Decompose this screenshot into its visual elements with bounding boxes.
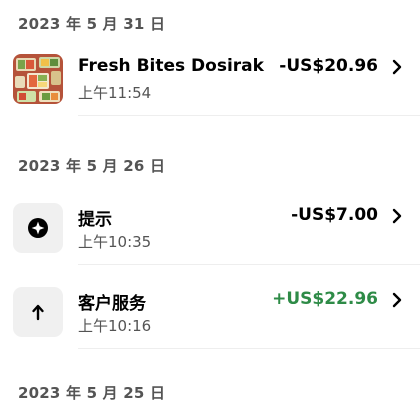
section-date-header: 2023 年 5 月 26 日: [18, 157, 166, 175]
sparkle-icon: [28, 218, 48, 238]
divider: [78, 115, 420, 116]
section-date-header: 2023 年 5 月 25 日: [18, 384, 166, 402]
chevron-right-icon: [392, 292, 402, 308]
restaurant-thumbnail: [13, 54, 63, 104]
transaction-row[interactable]: 客户服务 上午10:16 +US$22.96: [0, 275, 420, 349]
divider: [78, 264, 420, 265]
tip-icon-container: [13, 203, 63, 253]
transaction-amount: -US$20.96: [279, 56, 378, 76]
arrow-up-icon: [32, 304, 44, 321]
transaction-row[interactable]: 提示 上午10:35 -US$7.00: [0, 191, 420, 265]
transaction-title: 提示: [78, 210, 112, 230]
transaction-amount: +US$22.96: [272, 289, 378, 309]
transaction-title: Fresh Bites Dosirak: [78, 56, 264, 76]
transaction-row[interactable]: Fresh Bites Dosirak 上午11:54 -US$20.96: [0, 42, 420, 116]
transaction-time: 上午10:35: [78, 233, 152, 251]
transaction-time: 上午11:54: [78, 84, 152, 102]
refund-icon-container: [13, 287, 63, 337]
transaction-amount: -US$7.00: [291, 205, 378, 225]
section-date-header: 2023 年 5 月 31 日: [18, 15, 166, 33]
chevron-right-icon: [392, 208, 402, 224]
transaction-title: 客户服务: [78, 294, 146, 314]
transaction-time: 上午10:16: [78, 317, 152, 335]
divider: [78, 348, 420, 349]
chevron-right-icon: [392, 59, 402, 75]
